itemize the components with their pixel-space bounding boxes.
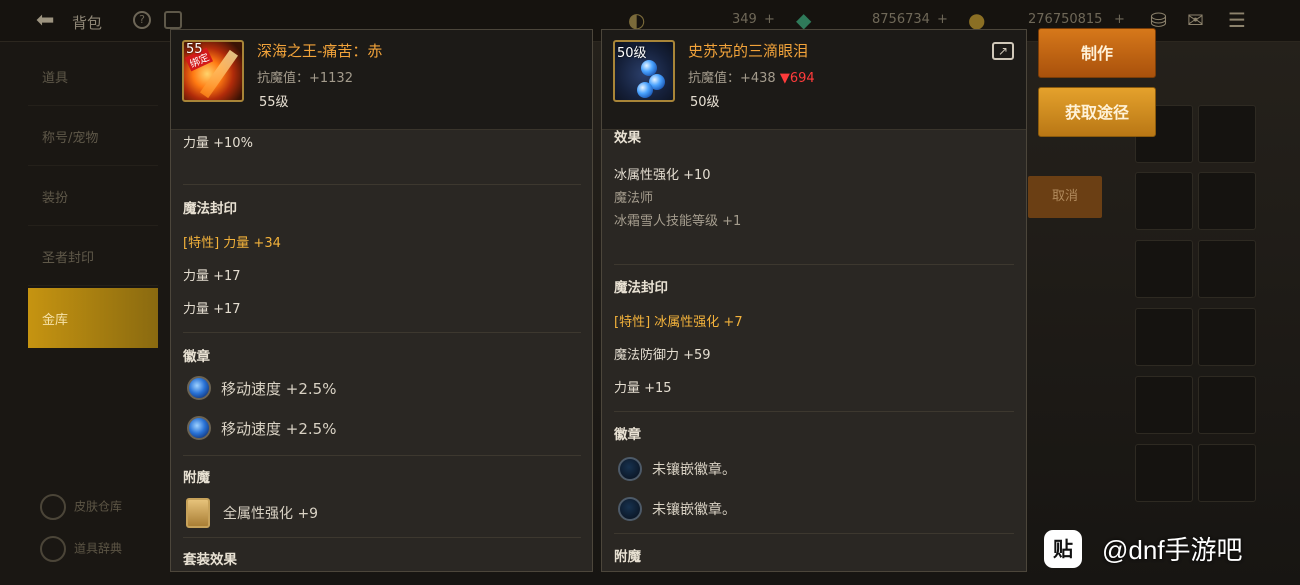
divider — [183, 184, 581, 185]
obtain-source-button[interactable]: 获取途径 — [1038, 87, 1156, 137]
item-tooltip-right: 50级 史苏克的三滴眼泪 抗魔值：+438 ▼694 50级 ↗ 效果 冰属性强… — [601, 29, 1027, 572]
sidebar-item-avatar[interactable]: 装扮 — [28, 166, 158, 226]
currency-1-value: 349 — [732, 12, 757, 27]
sidebar-item-items[interactable]: 道具 — [28, 46, 158, 106]
inventory-slot[interactable] — [1198, 308, 1256, 366]
stat-strength-percent: 力量 +10% — [183, 136, 253, 151]
seal-special-stat: [特性] 冰属性强化 +7 — [614, 311, 743, 330]
seal-special-tag: [特性] — [614, 315, 651, 330]
inventory-slot[interactable] — [1198, 240, 1256, 298]
emblem-stat-1: 移动速度 +2.5% — [221, 380, 337, 398]
currency-3-plus[interactable]: + — [1114, 12, 1125, 27]
dictionary-icon — [40, 536, 66, 562]
section-magic-seal: 魔法封印 — [183, 201, 237, 217]
currency-2-value: 8756734 — [872, 12, 930, 27]
item-header-right: 50级 史苏克的三滴眼泪 抗魔值：+438 ▼694 50级 ↗ — [602, 30, 1026, 130]
section-emblem: 徽章 — [614, 427, 641, 443]
divider — [614, 411, 1014, 412]
background-cancel-button[interactable]: 取消 — [1028, 176, 1102, 218]
section-enchant: 附魔 — [183, 470, 210, 486]
effect-class: 魔法师 — [614, 191, 654, 206]
seal-special-value: 力量 +34 — [219, 236, 281, 251]
seal-special-tag: [特性] — [183, 236, 220, 251]
sidebar-item-titles-pets[interactable]: 称号/宠物 — [28, 106, 158, 166]
share-icon[interactable]: ↗ — [992, 42, 1014, 60]
skin-storage-label: 皮肤仓库 — [74, 499, 123, 514]
divider — [183, 332, 581, 333]
tieba-logo-icon: 贴 — [1044, 530, 1082, 568]
inventory-slot[interactable] — [1135, 376, 1193, 434]
back-arrow-icon[interactable]: ⬅ — [36, 8, 54, 33]
divider — [183, 455, 581, 456]
blue-emblem-icon — [187, 416, 211, 440]
make-button[interactable]: 制作 — [1038, 28, 1156, 78]
item-resist-diff: ▼694 — [779, 71, 815, 86]
item-resist: 抗魔值：+438 ▼694 — [688, 67, 815, 86]
section-set-effect: 套装效果 — [183, 552, 237, 568]
emblem-empty-1: 未镶嵌徽章。 — [652, 462, 736, 478]
item-resist: 抗魔值：+1132 — [257, 71, 353, 86]
item-name: 史苏克的三滴眼泪 — [688, 42, 809, 60]
watermark-text: @dnf手游吧 — [1102, 535, 1243, 565]
effect-skill: 冰霜雪人技能等级 +1 — [614, 214, 742, 229]
inventory-box-icon[interactable] — [164, 11, 182, 29]
divider — [183, 537, 581, 538]
currency-3-value: 276750815 — [1028, 12, 1103, 27]
chat-icon[interactable]: ☰ — [1228, 8, 1246, 32]
sidebar-item-seal[interactable]: 圣者封印 — [28, 226, 158, 286]
blue-emblem-icon — [187, 376, 211, 400]
section-magic-seal: 魔法封印 — [614, 280, 668, 296]
item-name: 深海之王-痛苦：赤 — [257, 42, 383, 60]
sidebar-skin-storage[interactable]: 皮肤仓库 — [40, 494, 122, 520]
currency-1-plus[interactable]: + — [764, 12, 775, 27]
enchant-stat: 全属性强化 +9 — [223, 506, 319, 522]
seal-special-stat: [特性] 力量 +34 — [183, 232, 281, 251]
item-icon-three-tears: 50级 — [613, 40, 675, 102]
section-enchant: 附魔 — [614, 549, 641, 565]
inventory-slot[interactable] — [1198, 105, 1256, 163]
effect-ice-strength: 冰属性强化 +10 — [614, 168, 711, 183]
divider — [614, 264, 1014, 265]
inventory-slot[interactable] — [1198, 444, 1256, 502]
item-resist-value: 抗魔值：+438 — [688, 71, 780, 86]
sidebar-item-vault[interactable]: 金库 — [28, 288, 158, 348]
help-icon[interactable]: ? — [133, 11, 151, 29]
inventory-slot[interactable] — [1135, 308, 1193, 366]
sidebar-item-dictionary[interactable]: 道具辞典 — [40, 536, 122, 562]
section-emblem: 徽章 — [183, 349, 210, 365]
sidebar: 道具 称号/宠物 装扮 圣者封印 金库 皮肤仓库 道具辞典 — [0, 42, 170, 585]
inventory-slot[interactable] — [1135, 172, 1193, 230]
emblem-stat-2: 移动速度 +2.5% — [221, 420, 337, 438]
divider — [614, 533, 1014, 534]
section-effect: 效果 — [614, 130, 641, 146]
item-level: 55级 — [259, 95, 289, 110]
item-tooltip-left: 55 绑定 深海之王-痛苦：赤 抗魔值：+1132 55级 力量 +10% 魔法… — [170, 29, 593, 572]
item-icon-deep-sea-king: 55 绑定 — [182, 40, 244, 102]
empty-emblem-slot-icon — [618, 457, 642, 481]
seal-stat-2: 力量 +17 — [183, 302, 241, 317]
enchant-card-icon — [186, 498, 210, 528]
item-header-left: 55 绑定 深海之王-痛苦：赤 抗魔值：+1132 55级 — [171, 30, 592, 130]
inventory-slot[interactable] — [1135, 240, 1193, 298]
skin-storage-icon — [40, 494, 66, 520]
inventory-slot[interactable] — [1198, 376, 1256, 434]
item-icon-level: 50级 — [617, 46, 647, 61]
page-title: 背包 — [72, 14, 103, 32]
orb-icon — [637, 82, 653, 98]
seal-stat-2: 力量 +15 — [614, 381, 672, 396]
mail-icon[interactable]: ✉ — [1187, 8, 1204, 32]
emblem-empty-2: 未镶嵌徽章。 — [652, 502, 736, 518]
inventory-slot[interactable] — [1135, 444, 1193, 502]
item-icon-level: 55 — [186, 42, 203, 57]
inventory-slot[interactable] — [1198, 172, 1256, 230]
seal-stat-1: 魔法防御力 +59 — [614, 348, 711, 363]
currency-2-plus[interactable]: + — [937, 12, 948, 27]
empty-emblem-slot-icon — [618, 497, 642, 521]
seal-special-value: 冰属性强化 +7 — [650, 315, 743, 330]
seal-stat-1: 力量 +17 — [183, 269, 241, 284]
dictionary-label: 道具辞典 — [74, 541, 123, 556]
item-level: 50级 — [690, 95, 720, 110]
